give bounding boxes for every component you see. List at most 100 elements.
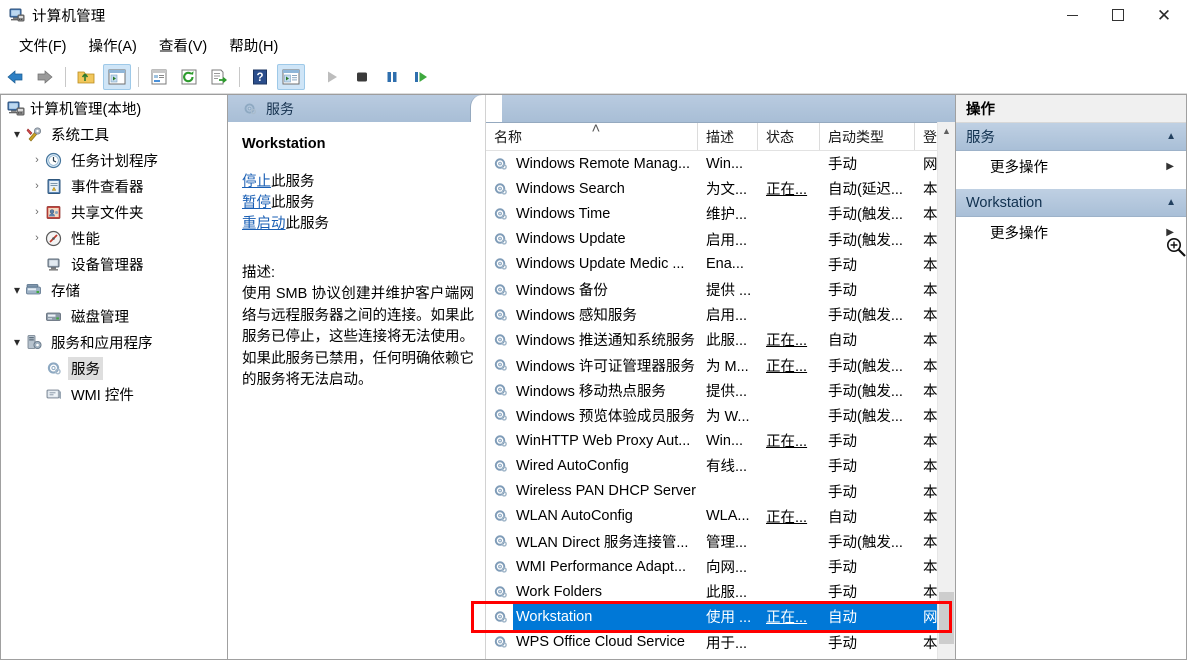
table-row[interactable]: Windows Update 启用... 手动(触发... 本 <box>486 227 955 252</box>
table-row[interactable]: Windows 移动热点服务 提供... 手动(触发... 本 <box>486 378 955 403</box>
service-name-label: Wired AutoConfig <box>516 457 629 474</box>
sidebar-item-wmi-control[interactable]: WMI 控件 <box>1 381 227 407</box>
services-icon <box>45 360 63 377</box>
chevron-down-icon[interactable]: ▾ <box>9 127 25 141</box>
column-header-startup-type[interactable]: 启动类型 <box>820 123 915 150</box>
table-row[interactable]: Windows 感知服务 启用... 手动(触发... 本 <box>486 302 955 327</box>
pause-service-link[interactable]: 暂停 <box>242 195 271 211</box>
menu-view[interactable]: 查看(V) <box>150 32 216 59</box>
sidebar-item-system-tools[interactable]: ▾ 系统工具 <box>1 121 227 147</box>
column-header-name[interactable]: 名称 <box>486 120 698 150</box>
cell-startup-type: 手动(触发... <box>828 232 903 249</box>
chevron-down-icon[interactable]: ▾ <box>9 335 25 349</box>
console-tree[interactable]: 计算机管理(本地) ▾ 系统工具 › 任务计划程序 › 事件查看器 › 共享文件… <box>0 94 228 660</box>
sidebar-item-event-viewer[interactable]: › 事件查看器 <box>1 173 227 199</box>
action-more-actions-services[interactable]: 更多操作 ▶ <box>956 151 1186 181</box>
table-row[interactable]: Workstation 使用 ... 正在... 自动网 <box>486 604 955 630</box>
chevron-right-icon[interactable]: › <box>29 154 45 166</box>
menu-help[interactable]: 帮助(H) <box>220 32 287 59</box>
show-action-pane-icon[interactable] <box>277 63 305 90</box>
export-list-icon[interactable] <box>206 65 232 89</box>
cell-description: 为文... <box>706 182 748 199</box>
service-gear-icon <box>492 382 509 398</box>
menu-file[interactable]: 文件(F) <box>10 32 76 59</box>
service-gear-icon <box>492 332 509 348</box>
chevron-up-icon[interactable]: ▲ <box>1166 197 1176 208</box>
scrollbar-thumb[interactable] <box>939 592 954 644</box>
sidebar-item-services-and-applications[interactable]: ▾ 服务和应用程序 <box>1 329 227 355</box>
table-row[interactable]: WPS Office Cloud Service 用于... 手动本 <box>486 630 955 655</box>
up-folder-icon[interactable] <box>73 65 99 89</box>
chevron-right-icon[interactable]: › <box>29 232 45 244</box>
table-row[interactable]: Work Folders 此服... 手动本 <box>486 579 955 604</box>
actions-gap <box>956 181 1186 189</box>
table-row[interactable]: Wired AutoConfig 有线... 手动本 <box>486 453 955 478</box>
scroll-up-arrow[interactable]: ▲ <box>938 122 955 139</box>
service-name-label: WLAN Direct 服务连接管... <box>516 534 689 551</box>
start-service-icon <box>319 65 345 89</box>
service-gear-icon <box>492 307 509 323</box>
table-row[interactable]: Windows 许可证管理器服务为 M... 正在... 手动(触发... 本 <box>486 353 955 378</box>
chevron-right-icon[interactable]: › <box>29 206 45 218</box>
restart-service-link[interactable]: 重启动 <box>242 216 286 232</box>
tree-root-node[interactable]: 计算机管理(本地) <box>1 95 227 121</box>
actions-pane: 操作 服务 ▲ 更多操作 ▶ Workstation ▲ 更多操作 ▶ <box>955 94 1187 660</box>
table-row[interactable]: Wireless PAN DHCP Server 手动本 <box>486 478 955 503</box>
pause-service-icon[interactable] <box>379 65 405 89</box>
table-row[interactable]: Windows 备份 提供 ... 手动本 <box>486 277 955 302</box>
minimize-button[interactable] <box>1049 0 1095 30</box>
list-vertical-scrollbar[interactable]: ▲ <box>937 122 955 659</box>
column-header-description[interactable]: 描述 <box>698 123 758 150</box>
cell-service-name: Windows Time <box>486 201 698 226</box>
stop-service-link[interactable]: 停止 <box>242 174 271 190</box>
actions-group-header-workstation[interactable]: Workstation ▲ <box>956 189 1186 217</box>
cell-service-name: Workstation <box>486 604 698 630</box>
cell-description <box>698 478 758 503</box>
chevron-up-icon[interactable]: ▲ <box>1166 131 1176 142</box>
back-icon[interactable] <box>2 65 28 89</box>
actions-group-header-services[interactable]: 服务 ▲ <box>956 123 1186 151</box>
table-row[interactable]: WinHTTP Web Proxy Aut... Win... 正在... 手动本 <box>486 428 955 453</box>
table-row[interactable]: Windows 推送通知系统服务 此服... 正在... 自动本 <box>486 327 955 352</box>
cell-startup-type: 手动(触发... <box>828 408 903 425</box>
column-header-status[interactable]: 状态 <box>758 123 820 150</box>
show-hide-tree-icon[interactable] <box>103 63 131 90</box>
table-row[interactable]: WMI Performance Adapt... 向网... 手动本 <box>486 554 955 579</box>
chevron-down-icon[interactable]: ▾ <box>9 283 25 297</box>
sidebar-item-shared-folders[interactable]: › 共享文件夹 <box>1 199 227 225</box>
services-rows[interactable]: Windows Remote Manag... Win... 手动网 Windows … <box>486 151 955 659</box>
chevron-right-icon[interactable]: › <box>29 180 45 192</box>
table-row[interactable]: WLAN AutoConfig WLA... 正在... 自动本 <box>486 504 955 529</box>
service-gear-icon <box>492 156 509 172</box>
sidebar-item-storage[interactable]: ▾ 存储 <box>1 277 227 303</box>
table-row[interactable]: WLAN Direct 服务连接管... 管理... 手动(触发... 本 <box>486 529 955 554</box>
menu-action[interactable]: 操作(A) <box>80 32 146 59</box>
toolbar-separator <box>239 66 240 87</box>
sidebar-item-disk-management[interactable]: 磁盘管理 <box>1 303 227 329</box>
table-row[interactable]: Windows Search 为文... 正在... 自动(延迟... 本 <box>486 176 955 201</box>
restart-service-icon[interactable] <box>409 65 435 89</box>
cell-service-name: Wired AutoConfig <box>486 453 698 478</box>
table-row[interactable]: Windows Update Medic ... Ena... 手动本 <box>486 252 955 277</box>
forward-icon[interactable] <box>32 65 58 89</box>
sidebar-item-device-manager[interactable]: 设备管理器 <box>1 251 227 277</box>
table-row[interactable]: Windows Time 维护... 手动(触发... 本 <box>486 201 955 226</box>
cell-startup-type: 手动 <box>828 484 857 501</box>
event-viewer-icon <box>45 178 63 195</box>
stop-service-icon[interactable] <box>349 65 375 89</box>
cell-startup-type: 自动 <box>820 604 915 630</box>
properties-icon[interactable] <box>146 65 172 89</box>
table-row[interactable]: Windows Remote Manag... Win... 手动网 <box>486 151 955 176</box>
maximize-button[interactable] <box>1095 0 1141 30</box>
sidebar-item-services[interactable]: 服务 <box>1 355 227 381</box>
help-icon[interactable]: ? <box>247 65 273 89</box>
close-button[interactable]: ✕ <box>1141 0 1187 30</box>
action-more-actions-workstation[interactable]: 更多操作 ▶ <box>956 217 1186 247</box>
services-tab-header[interactable]: 服务 <box>228 95 485 122</box>
sidebar-item-task-scheduler[interactable]: › 任务计划程序 <box>1 147 227 173</box>
sidebar-item-performance[interactable]: › 性能 <box>1 225 227 251</box>
service-gear-icon <box>492 231 509 247</box>
cell-description: Win... <box>706 155 744 172</box>
refresh-icon[interactable] <box>176 65 202 89</box>
table-row[interactable]: Windows 预览体验成员服务为 W... 手动(触发... 本 <box>486 403 955 428</box>
